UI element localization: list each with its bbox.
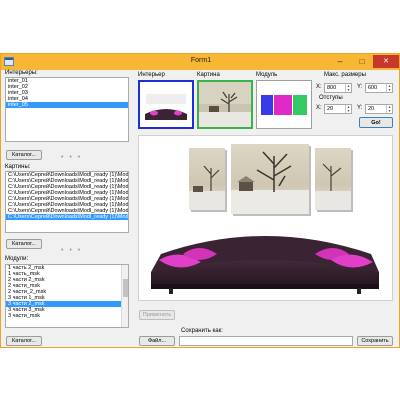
painting-panel-center (231, 144, 309, 214)
max-y-input[interactable]: 600 ▴ ▾ (365, 83, 393, 93)
painting-panel-left (189, 148, 225, 210)
apply-button[interactable]: Применить (139, 310, 175, 320)
picture-thumbnail[interactable] (197, 80, 253, 129)
sofa (151, 236, 379, 294)
composite-preview-image (151, 144, 379, 294)
module-thumbnail[interactable] (256, 80, 312, 129)
max-x-value: 800 (327, 85, 337, 91)
modules-list[interactable]: 1 часть 2_msk 1 часть_msk 2 части 2_msk … (5, 264, 129, 328)
go-button[interactable]: Go! (359, 117, 393, 128)
interior-thumb-label: Интерьер (138, 72, 165, 78)
maximize-button[interactable]: □ (351, 55, 373, 68)
spin-arrows-icon[interactable]: ▴ ▾ (345, 105, 351, 113)
save-as-input[interactable] (179, 336, 353, 346)
close-button[interactable]: ✕ (373, 55, 399, 68)
file-button[interactable]: Файл... (139, 336, 175, 346)
gap-y-label: Y: (357, 105, 363, 111)
save-button[interactable]: Сохранить (357, 336, 393, 346)
module-thumb-label: Модуль (256, 72, 278, 78)
interior-image (140, 82, 192, 127)
spin-arrows-icon[interactable]: ▴ ▾ (345, 84, 351, 92)
app-icon (4, 57, 14, 66)
gap-x-label: X: (316, 105, 322, 111)
max-y-value: 600 (368, 85, 378, 91)
modules-catalog-button[interactable]: Каталог... (6, 336, 42, 346)
main-window: Form1 – □ ✕ Интерьеры: inter_01 inter_02… (0, 53, 400, 348)
spin-arrows-icon[interactable]: ▴ ▾ (386, 84, 392, 92)
gap-y-input[interactable]: 20 ▴ ▾ (365, 104, 393, 114)
pictures-catalog-button[interactable]: Каталог... (6, 239, 42, 249)
painting-panel-right (315, 148, 351, 210)
save-as-label: Сохранить как: (181, 328, 223, 334)
scrollbar-thumb[interactable] (123, 279, 128, 297)
max-size-label: Макс. размеры (324, 72, 366, 78)
title-bar[interactable]: Form1 – □ ✕ (1, 54, 399, 70)
spin-arrows-icon[interactable]: ▴ ▾ (386, 105, 392, 113)
minimize-button[interactable]: – (329, 55, 351, 68)
pictures-list[interactable]: C:\Users\Сергей\Downloads\Modl_ready (1)… (5, 171, 129, 233)
painting-image (199, 82, 251, 127)
splitter-handle[interactable]: • • • (61, 247, 82, 254)
main-preview (138, 135, 393, 301)
interiors-label: Интерьеры: (5, 70, 38, 76)
list-item[interactable]: 3 части_msk (6, 313, 128, 319)
modules-label: Модули: (5, 256, 29, 262)
splitter-handle[interactable]: • • • (61, 154, 82, 161)
pictures-label: Картины: (5, 164, 31, 170)
gap-x-input[interactable]: 20 ▴ ▾ (324, 104, 352, 114)
max-x-input[interactable]: 800 ▴ ▾ (324, 83, 352, 93)
interiors-list[interactable]: inter_01 inter_02 inter_03 inter_04 inte… (5, 77, 129, 142)
picture-thumb-label: Картина (197, 72, 220, 78)
interior-thumbnail[interactable] (138, 80, 194, 129)
gap-x-value: 20 (327, 106, 334, 112)
max-y-label: Y: (357, 84, 363, 90)
max-x-label: X: (316, 84, 322, 90)
gap-y-value: 20 (368, 106, 375, 112)
list-item[interactable]: inter_05 (6, 102, 128, 108)
window-title: Form1 (190, 57, 212, 64)
gaps-label: Отступы (319, 95, 343, 101)
interiors-catalog-button[interactable]: Каталог... (6, 150, 42, 160)
module-image (257, 81, 311, 128)
list-item[interactable]: C:\Users\Сергей\Downloads\Modl_ready (1)… (6, 214, 128, 220)
modules-scrollbar[interactable] (121, 265, 128, 327)
